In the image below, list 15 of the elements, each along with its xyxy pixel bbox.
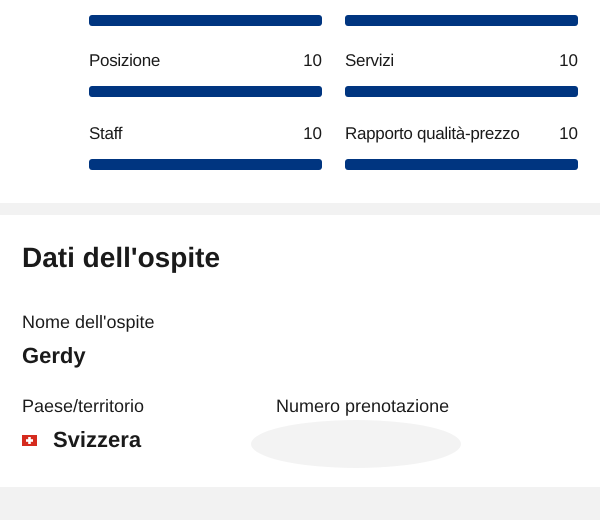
field-label: Nome dell'ospite [22,311,156,333]
guest-name: Gerdy [22,343,87,369]
rating-score: 10 [559,50,578,72]
section-title: Dati dell'ospite [22,241,222,275]
rating-label: Servizi [345,50,394,72]
rating-label: Staff [89,123,122,145]
rating-label: Rapporto qualità-prezzo [345,123,520,145]
rating-score: 10 [303,50,322,72]
field-label: Paese/territorio [22,395,146,417]
rating-score: 10 [303,123,322,145]
flag-icon [22,434,37,446]
rating-label: Posizione [89,50,160,72]
field-label: Numero prenotazione [276,395,450,417]
rating-score: 10 [559,123,578,145]
country-name: Svizzera [53,427,142,453]
